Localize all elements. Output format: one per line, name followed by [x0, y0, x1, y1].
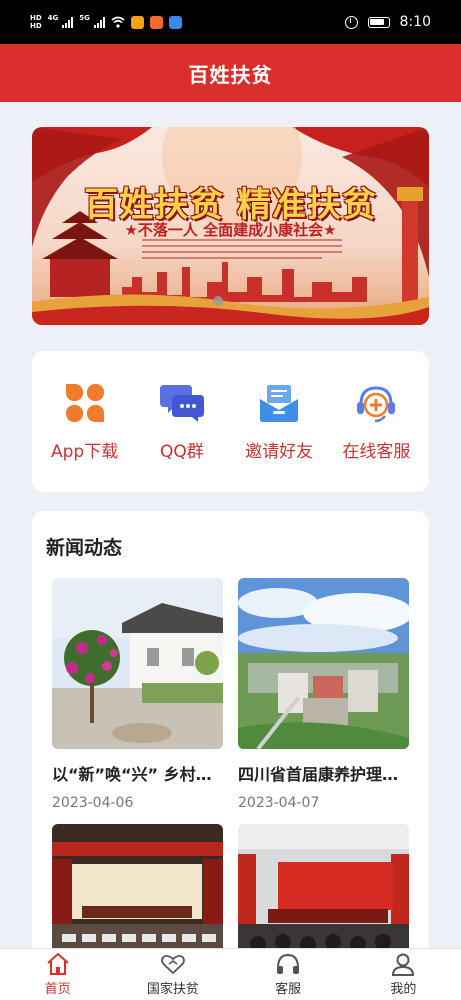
quick-action-label: QQ群: [159, 442, 204, 462]
network-type-1: 4G: [47, 14, 59, 22]
news-section: 新闻动态 以“新”唤“兴” 乡村振兴 2023-04-06 四川省首届康养护理大…: [32, 511, 429, 971]
heart-icon: [160, 954, 185, 975]
quick-action-invite[interactable]: 邀请好友: [231, 381, 327, 462]
quick-action-label: App下载: [51, 442, 119, 462]
user-icon: [392, 953, 415, 976]
chat-bubbles-icon: [159, 381, 204, 425]
carousel-indicator[interactable]: [213, 296, 223, 306]
app-header: 百姓扶贫: [0, 44, 461, 102]
nav-label: 首页: [44, 982, 71, 997]
quick-action-label: 在线客服: [342, 442, 411, 462]
news-thumbnail: [238, 578, 409, 749]
signal-icon: [62, 16, 74, 28]
battery-icon: [367, 16, 390, 28]
news-date: 2023-04-06: [52, 795, 134, 811]
quick-action-qq-group[interactable]: QQ群: [134, 381, 230, 462]
news-title: 四川省首届康养护理大赛: [238, 765, 409, 784]
status-bar: HD HD 4G 5G 8:10: [0, 0, 461, 44]
banner-carousel[interactable]: 百姓扶贫 精准扶贫 ★不落一人 全面建成小康社会★: [32, 127, 429, 325]
bottom-nav: 首页 国家扶贫 客服 我的: [0, 948, 461, 1000]
clover-icon: [63, 381, 107, 425]
app-notify-icon-3: [168, 15, 182, 29]
signal-icon-2: [93, 16, 105, 28]
quick-action-label: 邀请好友: [245, 442, 314, 462]
news-item[interactable]: 四川省首届康养护理大赛 2023-04-07: [238, 578, 409, 811]
headset-icon: [354, 381, 398, 425]
banner-subtitle: ★不落一人 全面建成小康社会★: [124, 221, 337, 239]
news-thumbnail: [52, 578, 223, 749]
headphones-icon: [277, 953, 300, 974]
status-right: 8:10: [344, 14, 431, 30]
page-title: 百姓扶贫: [188, 62, 273, 87]
app-notify-icon: [130, 15, 144, 29]
mail-card-icon: [257, 381, 301, 425]
nav-item-national-aid[interactable]: 国家扶贫: [128, 952, 218, 997]
news-item[interactable]: 以“新”唤“兴” 乡村振兴 2023-04-06: [52, 578, 223, 811]
network-type-2: 5G: [79, 14, 90, 22]
nav-item-support[interactable]: 客服: [243, 952, 333, 997]
nav-item-home[interactable]: 首页: [13, 952, 103, 997]
hd-indicator: HD HD: [30, 14, 42, 30]
news-date: 2023-04-07: [238, 795, 320, 811]
news-heading: 新闻动态: [46, 537, 123, 559]
app-notify-icon-2: [149, 15, 163, 29]
nav-item-profile[interactable]: 我的: [358, 952, 448, 997]
home-icon: [46, 953, 69, 975]
alarm-icon: [344, 15, 358, 29]
nav-label: 客服: [275, 982, 302, 997]
status-time: 8:10: [399, 14, 431, 30]
nav-label: 国家扶贫: [146, 982, 199, 997]
nav-label: 我的: [390, 982, 417, 997]
quick-action-support[interactable]: 在线客服: [328, 381, 424, 462]
news-title: 以“新”唤“兴” 乡村振兴: [52, 765, 223, 784]
status-left: HD HD 4G 5G: [30, 14, 182, 30]
quick-action-app-download[interactable]: App下载: [37, 381, 133, 462]
quick-actions-card: App下载 QQ群 邀请好友 在线客服: [32, 351, 429, 492]
wifi-icon: [111, 16, 125, 28]
